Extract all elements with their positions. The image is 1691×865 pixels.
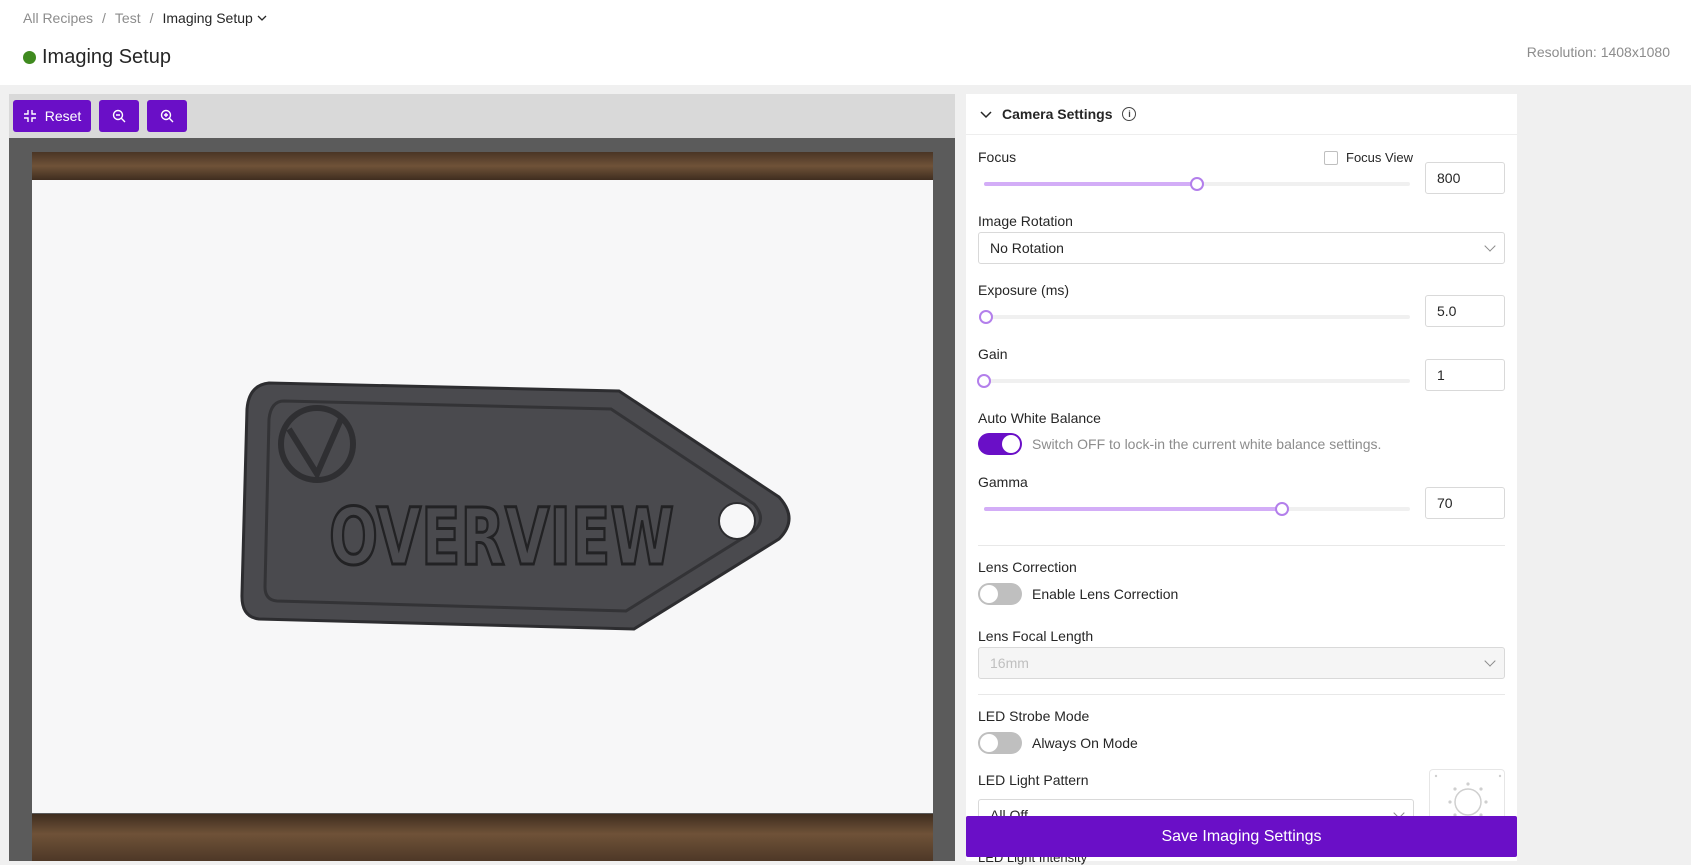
zoom-out-button[interactable] — [99, 100, 139, 132]
camera-settings-title: Camera Settings — [1002, 106, 1113, 122]
led-strobe-mode-toggle-label: Always On Mode — [1032, 735, 1138, 751]
compress-icon — [23, 110, 36, 122]
reset-button[interactable]: Reset — [13, 100, 91, 132]
slider-handle[interactable] — [1190, 177, 1204, 191]
auto-white-balance-row: Switch OFF to lock-in the current white … — [978, 433, 1381, 455]
camera-image[interactable]: OVERVIEW — [9, 138, 955, 861]
camera-settings-header[interactable]: Camera Settings i — [966, 94, 1517, 135]
toggle-knob — [980, 585, 998, 603]
tag-text: OVERVIEW — [329, 493, 674, 583]
page-title-text: Imaging Setup — [42, 46, 171, 68]
slider-fill — [984, 507, 1283, 511]
gamma-slider[interactable] — [984, 502, 1410, 516]
resolution-text: Resolution: 1408x1080 — [1526, 44, 1670, 60]
breadcrumb-current[interactable]: Imaging Setup — [163, 10, 267, 26]
image-rotation-value: No Rotation — [990, 240, 1064, 256]
breadcrumb-current-label: Imaging Setup — [162, 10, 253, 26]
divider — [978, 545, 1505, 546]
image-viewer: Reset OVERVIEW — [9, 94, 955, 861]
save-imaging-settings-button[interactable]: Save Imaging Settings — [966, 816, 1517, 857]
slider-handle[interactable] — [979, 310, 994, 324]
zoom-out-icon — [112, 109, 126, 123]
image-rotation-label: Image Rotation — [978, 213, 1073, 229]
wood-board-top — [32, 152, 933, 180]
settings-panel: Camera Settings i Focus Focus View 800 I… — [966, 94, 1517, 861]
chevron-down-icon — [1484, 240, 1496, 252]
focus-slider[interactable] — [984, 177, 1410, 191]
gain-input[interactable]: 1 — [1425, 359, 1505, 391]
lens-correction-label: Lens Correction — [978, 559, 1077, 575]
gain-slider[interactable] — [977, 374, 1410, 388]
info-icon[interactable]: i — [1122, 107, 1137, 121]
led-strobe-mode-label: LED Strobe Mode — [978, 708, 1090, 724]
lens-correction-row: Enable Lens Correction — [978, 583, 1178, 605]
focus-label: Focus — [978, 149, 1017, 165]
image-rotation-select[interactable]: No Rotation — [978, 232, 1505, 264]
page-title: Imaging Setup — [23, 46, 171, 69]
led-strobe-mode-toggle[interactable] — [978, 732, 1022, 754]
breadcrumb-test[interactable]: Test — [115, 10, 141, 26]
zoom-in-button[interactable] — [147, 100, 187, 132]
exposure-input[interactable]: 5.0 — [1425, 295, 1505, 327]
gain-label: Gain — [978, 346, 1008, 362]
gamma-input[interactable]: 70 — [1425, 487, 1505, 519]
lens-focal-length-value: 16mm — [990, 655, 1029, 671]
led-light-pattern-label: LED Light Pattern — [978, 772, 1089, 788]
gamma-label: Gamma — [978, 474, 1028, 490]
auto-white-balance-toggle[interactable] — [978, 433, 1022, 455]
lens-correction-toggle-label: Enable Lens Correction — [1032, 586, 1179, 602]
chevron-down-icon — [980, 111, 992, 119]
overview-tag-image: OVERVIEW — [240, 381, 791, 631]
slider-fill — [984, 182, 1197, 186]
lens-focal-length-label: Lens Focal Length — [978, 628, 1094, 644]
auto-white-balance-label: Auto White Balance — [978, 410, 1101, 426]
divider — [978, 694, 1505, 695]
slider-handle[interactable] — [1275, 502, 1290, 516]
wood-board-bottom — [32, 814, 933, 861]
breadcrumb-separator: / — [102, 10, 106, 26]
reset-label: Reset — [44, 108, 82, 124]
breadcrumb: All Recipes / Test / Imaging Setup — [23, 10, 267, 26]
status-dot — [23, 51, 36, 64]
focus-input[interactable]: 800 — [1425, 162, 1505, 194]
chevron-down-icon — [1484, 655, 1496, 667]
zoom-in-icon — [160, 109, 174, 123]
breadcrumb-all-recipes[interactable]: All Recipes — [23, 10, 93, 26]
chevron-down-icon — [257, 15, 267, 21]
focus-view-checkbox[interactable]: Focus View — [1324, 150, 1413, 165]
auto-white-balance-hint: Switch OFF to lock-in the current white … — [1032, 436, 1382, 452]
led-strobe-mode-row: Always On Mode — [978, 732, 1138, 754]
lens-focal-length-select: 16mm — [978, 647, 1505, 679]
viewer-toolbar: Reset — [13, 100, 187, 132]
toggle-knob — [1002, 435, 1020, 453]
exposure-label: Exposure (ms) — [978, 282, 1070, 298]
focus-view-label: Focus View — [1346, 150, 1413, 165]
toggle-knob — [980, 734, 998, 752]
exposure-slider[interactable] — [979, 310, 1410, 324]
breadcrumb-separator: / — [149, 10, 154, 26]
top-bar: All Recipes / Test / Imaging Setup Imagi… — [0, 0, 1691, 85]
slider-handle[interactable] — [977, 374, 991, 388]
checkbox-box[interactable] — [1324, 150, 1338, 165]
lens-correction-toggle[interactable] — [978, 583, 1022, 605]
